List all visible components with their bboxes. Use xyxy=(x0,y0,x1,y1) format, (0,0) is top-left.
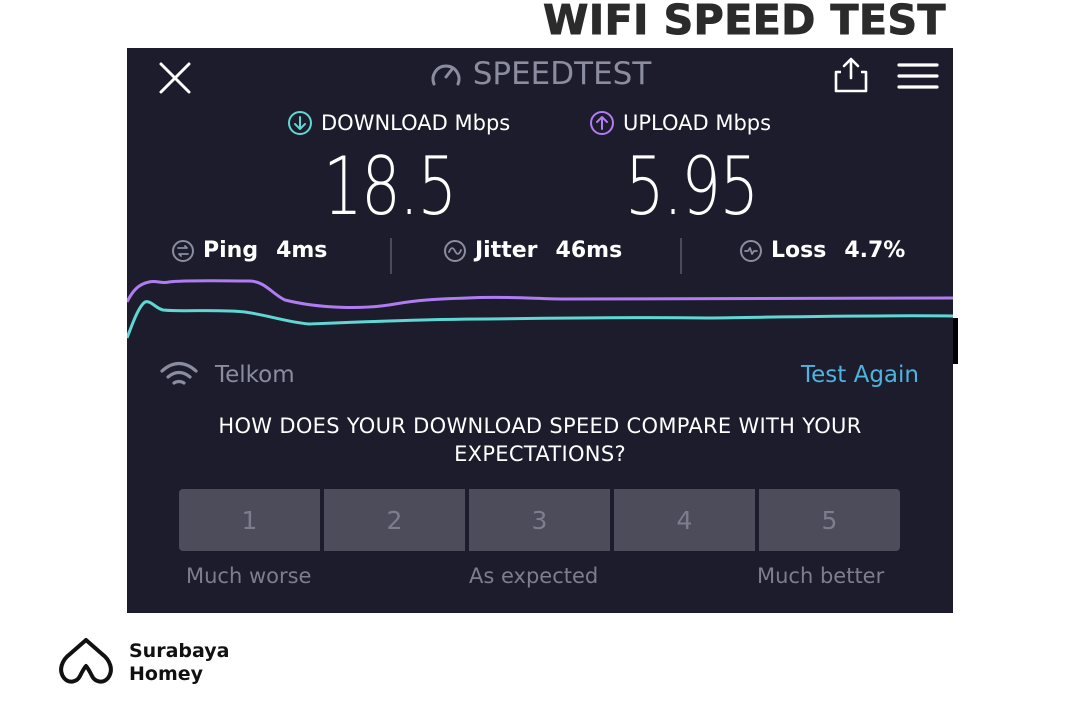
brand-name-line1: Surabaya xyxy=(129,640,230,662)
wifi-icon xyxy=(160,361,198,385)
house-logo-icon xyxy=(59,638,113,684)
rating-button-2[interactable]: 2 xyxy=(324,489,465,551)
ping-label: Ping xyxy=(203,238,259,263)
gauge-icon xyxy=(431,64,461,86)
upload-speed-line xyxy=(127,279,953,309)
network-info: Telkom xyxy=(159,360,295,390)
brand-name: Surabaya Homey xyxy=(129,640,229,686)
survey-question: HOW DOES YOUR DOWNLOAD SPEED COMPARE WIT… xyxy=(218,414,862,466)
test-again-button[interactable]: Test Again xyxy=(801,362,919,388)
upload-label: UPLOAD Mbps xyxy=(623,111,772,135)
device-edge xyxy=(953,318,958,364)
download-label: DOWNLOAD Mbps xyxy=(321,111,511,135)
packet-loss-icon xyxy=(740,239,762,262)
rating-button-1[interactable]: 1 xyxy=(179,489,320,551)
network-name: Telkom xyxy=(215,362,295,388)
scale-label-mid: As expected xyxy=(469,564,599,588)
download-speed-value: 18.5 xyxy=(323,140,457,233)
loss-stat: Loss 4.7% xyxy=(739,238,905,263)
download-speed-line xyxy=(127,300,953,339)
rating-button-4[interactable]: 4 xyxy=(614,489,755,551)
ping-value: 4ms xyxy=(276,238,328,263)
stat-divider xyxy=(390,238,392,274)
upload-arrow-icon xyxy=(590,111,614,135)
speed-graph xyxy=(127,279,953,339)
jitter-icon xyxy=(444,239,466,262)
upload-header: UPLOAD Mbps xyxy=(589,110,771,136)
share-icon[interactable] xyxy=(833,56,869,94)
rating-options: 1 2 3 4 5 xyxy=(179,489,900,551)
download-arrow-icon xyxy=(288,111,312,135)
rating-button-3[interactable]: 3 xyxy=(469,489,610,551)
loss-value: 4.7% xyxy=(844,238,906,263)
ping-icon xyxy=(172,239,194,262)
app-title-text: SPEEDTEST xyxy=(472,56,652,92)
ping-stat: Ping 4ms xyxy=(171,238,327,263)
app-title: SPEEDTEST xyxy=(127,56,953,92)
hamburger-menu-icon[interactable] xyxy=(897,62,939,90)
loss-label: Loss xyxy=(771,238,827,263)
brand-name-line2: Homey xyxy=(129,663,204,685)
speedtest-screen: SPEEDTEST DOWNLOAD Mbps 18.5 UPLOAD Mbps… xyxy=(127,48,953,613)
stat-divider xyxy=(680,238,682,274)
upload-speed-value: 5.95 xyxy=(625,140,759,233)
jitter-stat: Jitter 46ms xyxy=(443,238,622,263)
rating-button-5[interactable]: 5 xyxy=(759,489,900,551)
banner-title: WIFI SPEED TEST xyxy=(543,0,946,45)
scale-label-high: Much better xyxy=(757,564,885,588)
download-header: DOWNLOAD Mbps xyxy=(287,110,510,136)
scale-label-low: Much worse xyxy=(186,564,312,588)
jitter-value: 46ms xyxy=(555,238,623,263)
jitter-label: Jitter xyxy=(475,238,538,263)
